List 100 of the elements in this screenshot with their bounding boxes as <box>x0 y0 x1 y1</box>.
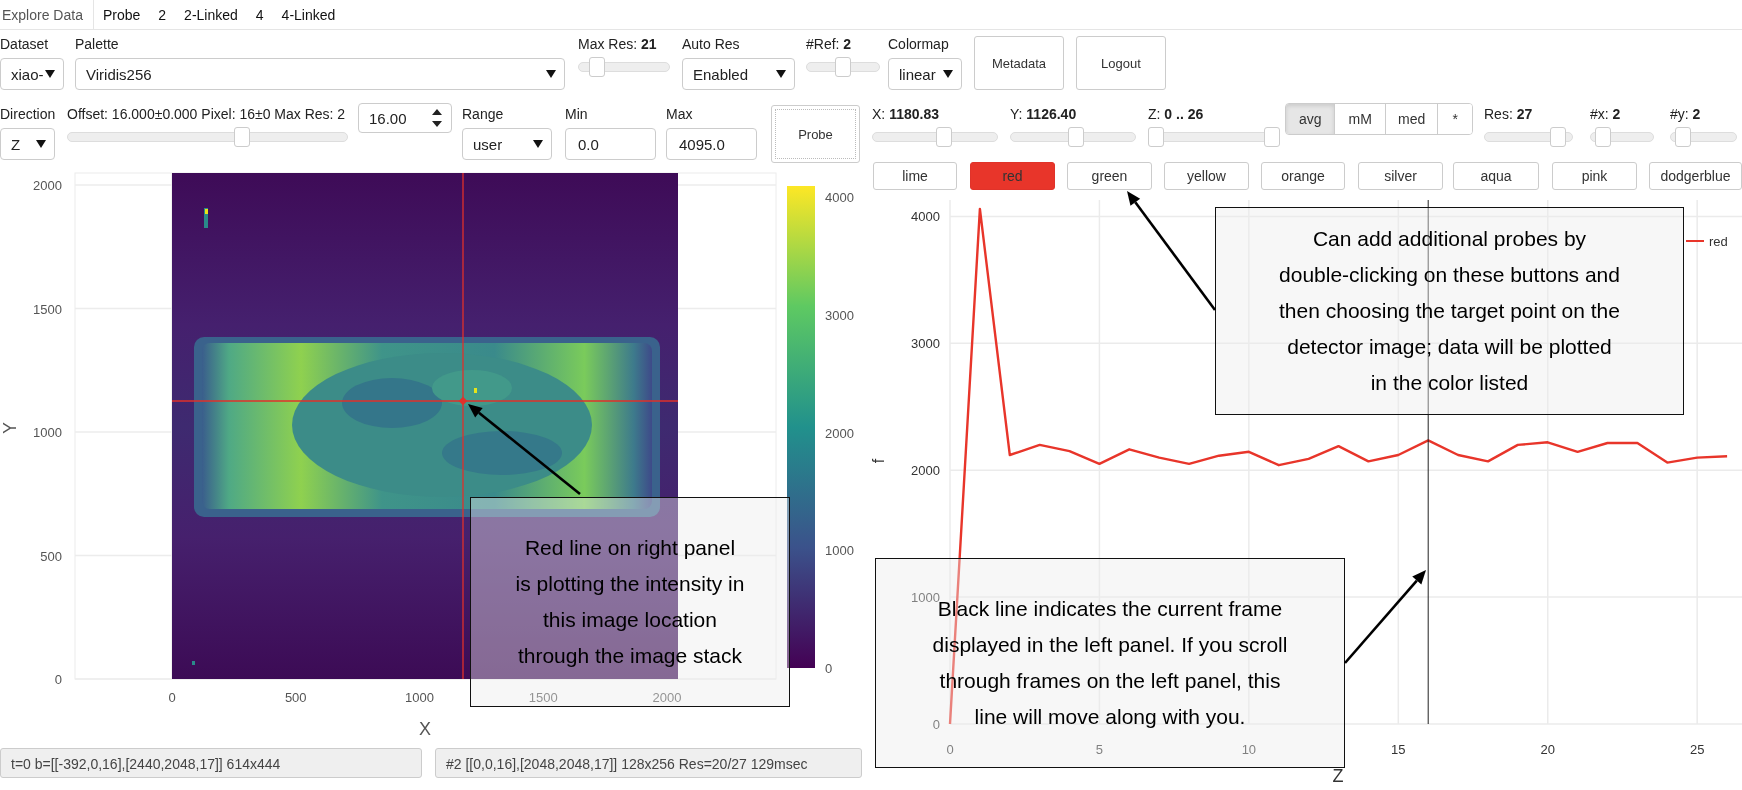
caret-icon <box>45 70 55 78</box>
axis-tick-label: 2000 <box>652 690 682 705</box>
color-button[interactable]: dodgerblue <box>1649 162 1742 190</box>
axis-tick-label: 15 <box>1391 742 1406 757</box>
axis-title: Z <box>1332 766 1344 786</box>
status-field: t=0 b=[[-392,0,16],[2440,2048,17]] 614x444 <box>0 748 422 778</box>
control-label: Max Res: 21 <box>578 35 658 54</box>
toolbar-button[interactable]: Probe <box>771 105 860 163</box>
axis-title: f <box>870 458 887 464</box>
axis-tick-label: 5 <box>1095 742 1104 757</box>
slider-thumb[interactable] <box>1549 127 1566 147</box>
axis-tick-label: 1500 <box>528 690 558 705</box>
slider[interactable] <box>1484 127 1573 147</box>
slider-thumb[interactable] <box>233 127 250 147</box>
number-field[interactable]: 16.00 <box>358 103 452 133</box>
control-label: Res: 27 <box>1484 105 1534 124</box>
colorbar-tick-label: 3000 <box>825 307 854 323</box>
slider-thumb[interactable] <box>1264 127 1280 147</box>
caret-icon <box>943 70 953 78</box>
callout-note: Can add additional probes by double-clicking on these buttons and then choosing the target point on the detector image; data will be plotted in the color listed <box>1215 207 1684 415</box>
colorbar-tick-label: 2000 <box>825 425 854 441</box>
control-label: Min <box>565 105 589 124</box>
axis-tick-label: 1000 <box>911 590 940 606</box>
control-label: Range <box>462 105 505 124</box>
slider-thumb[interactable] <box>1148 127 1164 147</box>
control-label: Palette <box>75 35 120 54</box>
color-button[interactable]: yellow <box>1164 162 1249 190</box>
input-field[interactable]: 4095.0 <box>666 128 757 160</box>
mode-toggle[interactable]: avg <box>1286 104 1335 134</box>
control-label: Dataset <box>0 35 50 54</box>
axis-tick-label: 500 <box>284 690 307 705</box>
tab[interactable]: Probe <box>93 0 150 29</box>
slider[interactable] <box>578 57 670 77</box>
axis-tick-label: 2000 <box>33 178 62 193</box>
axis-tick-label: 0 <box>168 690 176 705</box>
slider-thumb[interactable] <box>1675 127 1692 147</box>
tab[interactable]: 2-Linked <box>175 0 247 29</box>
caret-icon <box>776 70 786 78</box>
slider-thumb[interactable] <box>935 127 952 147</box>
input-field[interactable]: 0.0 <box>565 128 656 160</box>
control-label: Colormap <box>888 35 950 54</box>
caret-icon <box>533 140 543 148</box>
slider[interactable] <box>67 127 348 147</box>
dropdown[interactable]: xiao- <box>0 58 64 90</box>
axis-tick-label: 20 <box>1540 742 1555 757</box>
slider-thumb[interactable] <box>589 57 606 77</box>
slider-thumb[interactable] <box>1594 127 1611 147</box>
control-label: #Ref: 2 <box>806 35 853 54</box>
caret-icon <box>36 140 46 148</box>
tab[interactable]: 4 <box>246 0 273 29</box>
toolbar-button[interactable]: Metadata <box>974 36 1064 90</box>
color-button[interactable]: orange <box>1261 162 1345 190</box>
colorbar-tick-label: 1000 <box>825 543 854 559</box>
tab[interactable]: Explore Data <box>0 0 94 29</box>
control-label: Auto Res <box>682 35 741 54</box>
axis-tick-label: 1000 <box>33 425 62 440</box>
axis-tick-label: 3000 <box>911 336 940 352</box>
control-label: #x: 2 <box>1590 105 1622 124</box>
axis-tick-label: 0 <box>946 742 954 757</box>
control-label: Z: 0 .. 26 <box>1148 105 1205 124</box>
slider-thumb[interactable] <box>1068 127 1085 147</box>
toolbar-button[interactable]: Logout <box>1076 36 1166 90</box>
tab[interactable]: 4-Linked <box>272 0 345 29</box>
dropdown[interactable]: Z <box>0 128 55 160</box>
dropdown[interactable]: Viridis256 <box>75 58 565 90</box>
probe-marker <box>458 396 468 406</box>
status-field: #2 [[0,0,16],[2048,2048,17]] 128x256 Res=20/27 129msec <box>435 748 862 778</box>
control-label: Offset: 16.000±0.000 Pixel: 16±0 Max Res: 2 <box>67 105 347 124</box>
axis-tick-label: 10 <box>1241 742 1257 757</box>
color-button[interactable]: aqua <box>1453 162 1539 190</box>
axis-title: Y <box>0 422 20 434</box>
control-label: Max <box>666 105 694 124</box>
mode-toggle[interactable]: * <box>1437 104 1472 134</box>
color-button[interactable]: silver <box>1358 162 1443 190</box>
spinner-arrows-icon[interactable] <box>431 108 443 128</box>
axis-tick-label: 1500 <box>33 301 62 317</box>
axis-tick-label: 2000 <box>911 463 940 479</box>
slider[interactable] <box>1148 127 1280 147</box>
color-button[interactable]: lime <box>873 162 957 190</box>
dropdown[interactable]: linear <box>888 58 962 90</box>
legend-label: red <box>1709 234 1728 249</box>
color-button[interactable]: pink <box>1552 162 1637 190</box>
slider[interactable] <box>1590 127 1654 147</box>
dropdown[interactable]: user <box>462 128 552 160</box>
slider[interactable] <box>872 127 998 147</box>
slider[interactable] <box>1670 127 1737 147</box>
colorbar-tick-label: 0 <box>825 661 833 676</box>
color-button[interactable]: green <box>1067 162 1152 190</box>
slider[interactable] <box>806 57 880 77</box>
axis-tick-label: 500 <box>40 548 62 564</box>
axis-tick-label: 0 <box>54 672 62 687</box>
control-label: X: 1180.83 <box>872 105 940 124</box>
tab[interactable]: 2 <box>149 0 176 29</box>
axis-tick-label: 0 <box>932 717 940 732</box>
control-label: #y: 2 <box>1670 105 1702 124</box>
slider[interactable] <box>1010 127 1136 147</box>
caret-icon <box>546 70 556 78</box>
dropdown[interactable]: Enabled <box>682 58 795 90</box>
slider-thumb[interactable] <box>835 57 851 77</box>
axis-tick-label: 1000 <box>405 690 434 705</box>
